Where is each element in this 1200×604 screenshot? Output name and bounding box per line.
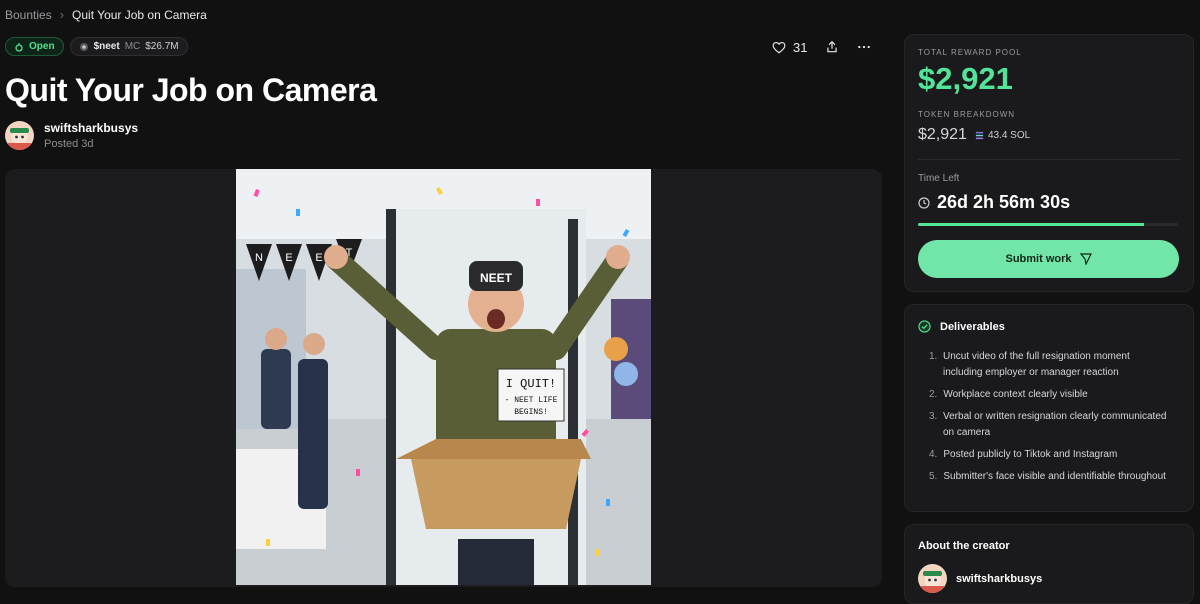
time-left-label: Time Left bbox=[918, 173, 960, 184]
list-item: 1. Uncut video of the full resignation mo… bbox=[929, 349, 1169, 381]
sign-line-3: BEGINS! bbox=[514, 408, 548, 417]
sol-value: 43.4 SOL bbox=[987, 129, 1031, 141]
author-name[interactable]: swiftsharkbusys bbox=[44, 121, 138, 135]
list-item: 5. Submitter's face visible and identifia… bbox=[929, 469, 1169, 485]
deliverables-card: Deliverables 1. Uncut video of the full r… bbox=[904, 304, 1194, 512]
token-badge[interactable]: $neet MC $26.7M bbox=[69, 37, 188, 56]
deliverable-number: 1. bbox=[929, 351, 938, 362]
token-icon bbox=[79, 42, 88, 51]
deliverables-list: 1. Uncut video of the full resignation mo… bbox=[929, 349, 1169, 491]
reward-pool-label: TOTAL REWARD POOL bbox=[918, 48, 1022, 57]
deliverable-number: 2. bbox=[929, 389, 938, 400]
about-creator-card: About the creator swiftsharkbusys bbox=[904, 524, 1194, 604]
solana-icon bbox=[975, 131, 984, 139]
deliverable-text: Uncut video of the full resignation mome… bbox=[943, 351, 1130, 378]
creator-name: swiftsharkbusys bbox=[956, 572, 1043, 585]
token-breakdown: $2,921 43.4 SOL bbox=[918, 126, 1030, 144]
deliverable-text: Submitter's face visible and identifiabl… bbox=[943, 471, 1166, 482]
countdown-value: 26d 2h 56m 30s bbox=[937, 192, 1071, 212]
deliverables-title: Deliverables bbox=[940, 320, 1005, 333]
send-icon bbox=[1079, 253, 1092, 265]
list-item: 4. Posted publicly to Tiktok and Instagra… bbox=[929, 447, 1169, 463]
token-symbol: $neet bbox=[93, 41, 120, 52]
about-creator-title: About the creator bbox=[918, 540, 1010, 552]
banner-letter-1: N bbox=[255, 252, 263, 264]
breadcrumb-bounties-link[interactable]: Bounties bbox=[5, 8, 52, 22]
reward-pool-amount: $2,921 bbox=[918, 61, 1013, 96]
deliverable-number: 4. bbox=[929, 449, 938, 460]
submit-work-label: Submit work bbox=[1005, 253, 1072, 265]
bounty-media[interactable]: N E E T NEET I QUIT! - NEET LIFE BEGINS! bbox=[5, 169, 882, 587]
bounty-image: N E E T NEET I QUIT! - NEET LIFE BEGINS! bbox=[236, 169, 651, 585]
more-icon[interactable] bbox=[857, 40, 871, 54]
token-breakdown-label: TOKEN BREAKDOWN bbox=[918, 110, 1016, 119]
market-cap-label: MC bbox=[124, 41, 141, 52]
avatar[interactable] bbox=[5, 121, 34, 150]
status-label: Open bbox=[29, 41, 55, 52]
token-breakdown-usd: $2,921 bbox=[918, 126, 967, 143]
like-count: 31 bbox=[793, 39, 808, 55]
creator-profile[interactable]: swiftsharkbusys bbox=[918, 564, 1042, 593]
share-icon[interactable] bbox=[825, 40, 839, 54]
countdown: 26d 2h 56m 30s bbox=[918, 192, 1070, 213]
sign-line-2: - NEET LIFE bbox=[505, 396, 558, 405]
list-item: 3. Verbal or written resignation clearly … bbox=[929, 409, 1169, 441]
deliverable-text: Verbal or written resignation clearly co… bbox=[943, 411, 1167, 438]
author-info: swiftsharkbusys Posted 3d bbox=[5, 121, 138, 150]
time-progress-bar bbox=[918, 223, 1178, 226]
deliverable-text: Posted publicly to Tiktok and Instagram bbox=[943, 449, 1118, 460]
deliverable-text: Workplace context clearly visible bbox=[943, 389, 1088, 400]
market-cap-value: $26.7M bbox=[145, 41, 179, 52]
list-item: 2. Workplace context clearly visible bbox=[929, 387, 1169, 403]
clock-icon bbox=[918, 196, 930, 209]
reward-card: TOTAL REWARD POOL $2,921 TOKEN BREAKDOWN… bbox=[904, 34, 1194, 292]
breadcrumb-current: Quit Your Job on Camera bbox=[72, 7, 207, 22]
page-title: Quit Your Job on Camera bbox=[5, 72, 377, 108]
open-status-icon bbox=[15, 42, 23, 52]
time-progress-fill bbox=[918, 223, 1145, 226]
deliverable-number: 5. bbox=[929, 471, 938, 482]
check-circle-icon bbox=[918, 320, 931, 333]
like-button[interactable]: 31 bbox=[772, 40, 807, 55]
banner-letter-2: E bbox=[285, 252, 292, 264]
heart-icon bbox=[772, 41, 786, 53]
banner-letter-3: E bbox=[315, 252, 322, 264]
posted-time: Posted 3d bbox=[44, 138, 94, 150]
deliverables-header: Deliverables bbox=[918, 320, 1005, 333]
sol-amount: 43.4 SOL bbox=[975, 130, 1030, 141]
creator-avatar bbox=[918, 564, 947, 593]
sign-line-1: I QUIT! bbox=[506, 377, 556, 391]
status-badge: Open bbox=[5, 37, 64, 56]
status-badges: Open $neet MC $26.7M bbox=[5, 37, 188, 56]
submit-work-button[interactable]: Submit work bbox=[918, 240, 1179, 278]
hat-text: NEET bbox=[480, 271, 513, 285]
reward-divider bbox=[918, 159, 1180, 160]
breadcrumb-separator: › bbox=[59, 7, 65, 22]
bounty-actions: 31 bbox=[772, 36, 871, 58]
deliverable-number: 3. bbox=[929, 411, 938, 422]
breadcrumb: Bounties › Quit Your Job on Camera bbox=[5, 7, 207, 22]
